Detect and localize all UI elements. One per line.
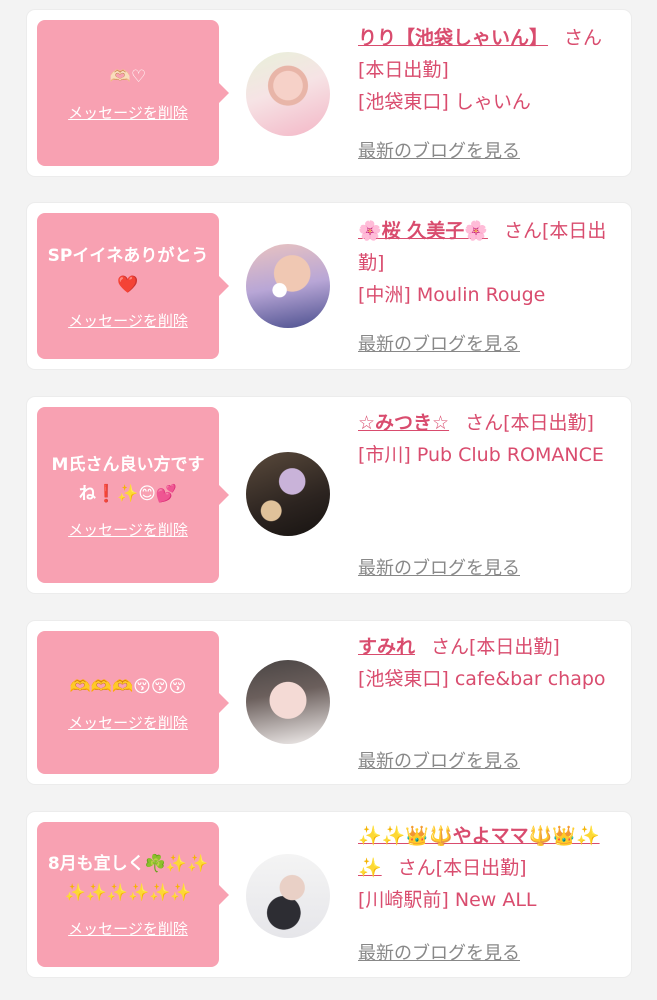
message-text: SPイイネありがとう❤️ — [47, 245, 209, 295]
avatar[interactable] — [246, 660, 330, 744]
cast-location: [川崎駅前] New ALL — [358, 889, 537, 911]
message-bubble: 🫶🏻♡ メッセージを削除 — [37, 20, 229, 166]
message-bubble: 8月も宜しく☘️✨✨✨✨✨✨✨✨ メッセージを削除 — [37, 822, 229, 967]
message-text: M氏さん良い方ですね❗️✨😊💕 — [51, 454, 205, 504]
message-card: 🫶🫶🫶😚😚😚 メッセージを削除 すみれ さん[本日出勤] [池袋東口] cafe&… — [27, 621, 631, 784]
message-bubble: SPイイネありがとう❤️ メッセージを削除 — [37, 213, 229, 359]
delete-message-link[interactable]: メッセージを削除 — [68, 918, 188, 939]
cast-status: さん[本日出勤] — [465, 412, 594, 434]
message-bubble: 🫶🫶🫶😚😚😚 メッセージを削除 — [37, 631, 229, 774]
cast-info: ✨✨👑🔱やよママ🔱👑✨✨ さん[本日出勤] [川崎駅前] New ALL — [358, 820, 608, 916]
cast-info: ☆みつき☆ さん[本日出勤] [市川] Pub Club ROMANCE — [358, 407, 608, 471]
delete-message-link[interactable]: メッセージを削除 — [68, 102, 188, 123]
message-card: 8月も宜しく☘️✨✨✨✨✨✨✨✨ メッセージを削除 ✨✨👑🔱やよママ🔱👑✨✨ さん… — [27, 812, 631, 977]
latest-blog-link[interactable]: 最新のブログを見る — [358, 330, 520, 356]
cast-location: [池袋東口] しゃいん — [358, 91, 531, 113]
cast-name-link[interactable]: りり【池袋しゃいん】 — [358, 27, 548, 49]
cast-name-link[interactable]: すみれ — [358, 636, 415, 658]
latest-blog-link[interactable]: 最新のブログを見る — [358, 554, 520, 580]
delete-message-link[interactable]: メッセージを削除 — [68, 712, 188, 733]
message-bubble: M氏さん良い方ですね❗️✨😊💕 メッセージを削除 — [37, 407, 229, 583]
latest-blog-link[interactable]: 最新のブログを見る — [358, 137, 520, 163]
avatar[interactable] — [246, 244, 330, 328]
cast-info: 🌸桜 久美子🌸 さん[本日出勤] [中洲] Moulin Rouge — [358, 215, 608, 311]
message-text: 8月も宜しく☘️✨✨✨✨✨✨✨✨ — [47, 854, 209, 903]
cast-location: [中洲] Moulin Rouge — [358, 284, 546, 306]
cast-status: さん[本日出勤] — [397, 857, 527, 879]
delete-message-link[interactable]: メッセージを削除 — [68, 519, 188, 540]
message-card: M氏さん良い方ですね❗️✨😊💕 メッセージを削除 ☆みつき☆ さん[本日出勤] [… — [27, 397, 631, 593]
cast-name-link[interactable]: ☆みつき☆ — [358, 412, 449, 434]
latest-blog-link[interactable]: 最新のブログを見る — [358, 939, 520, 965]
avatar[interactable] — [246, 854, 330, 938]
cast-location: [池袋東口] cafe&bar chapo — [358, 668, 606, 690]
message-card: 🫶🏻♡ メッセージを削除 りり【池袋しゃいん】 さん[本日出勤] [池袋東口] し… — [27, 10, 631, 176]
avatar[interactable] — [246, 52, 330, 136]
cast-info: りり【池袋しゃいん】 さん[本日出勤] [池袋東口] しゃいん — [358, 22, 608, 118]
avatar[interactable] — [246, 452, 330, 536]
message-card: SPイイネありがとう❤️ メッセージを削除 🌸桜 久美子🌸 さん[本日出勤] [中… — [27, 203, 631, 369]
cast-status: さん[本日出勤] — [431, 636, 560, 658]
cast-location: [市川] Pub Club ROMANCE — [358, 444, 604, 466]
message-text: 🫶🫶🫶😚😚😚 — [69, 676, 187, 697]
cast-info: すみれ さん[本日出勤] [池袋東口] cafe&bar chapo — [358, 631, 608, 695]
cast-name-link[interactable]: 🌸桜 久美子🌸 — [358, 220, 488, 242]
message-text: 🫶🏻♡ — [109, 67, 147, 87]
message-list: 🫶🏻♡ メッセージを削除 りり【池袋しゃいん】 さん[本日出勤] [池袋東口] し… — [0, 0, 657, 1000]
delete-message-link[interactable]: メッセージを削除 — [68, 310, 188, 331]
latest-blog-link[interactable]: 最新のブログを見る — [358, 747, 520, 773]
